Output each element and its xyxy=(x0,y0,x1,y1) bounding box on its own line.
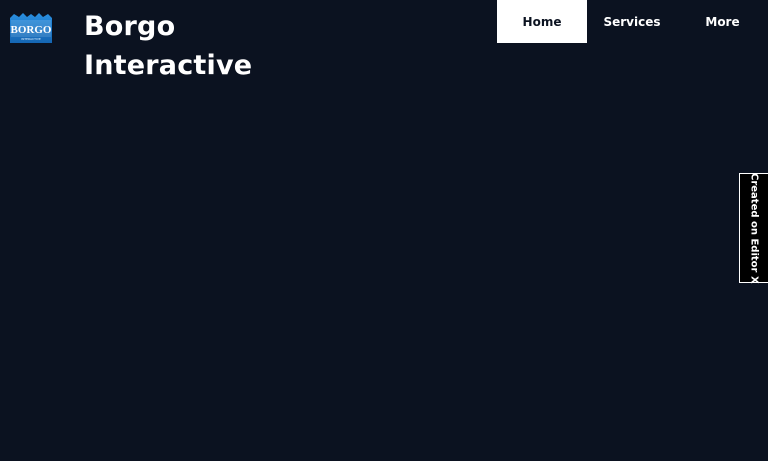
site-title-line-2: Interactive xyxy=(84,50,253,81)
created-on-editor-x-badge[interactable]: Created on Editor X xyxy=(739,173,768,283)
logo-text: BORGO xyxy=(11,24,52,36)
page: BORGO INTERACTIVE Borgo Interactive Home… xyxy=(0,0,768,461)
nav-item-more[interactable]: More xyxy=(677,0,768,43)
borgo-logo[interactable]: BORGO INTERACTIVE xyxy=(9,13,53,44)
nav-item-home[interactable]: Home xyxy=(497,0,587,43)
main-nav: Home Services More xyxy=(497,0,768,43)
site-title[interactable]: Borgo Interactive xyxy=(84,7,304,85)
logo-subtext: INTERACTIVE xyxy=(21,37,41,41)
nav-item-services[interactable]: Services xyxy=(587,0,677,43)
borgo-logo-icon: BORGO INTERACTIVE xyxy=(10,13,52,43)
site-title-line-1: Borgo xyxy=(84,11,176,42)
editor-badge-label: Created on Editor X xyxy=(748,172,760,284)
